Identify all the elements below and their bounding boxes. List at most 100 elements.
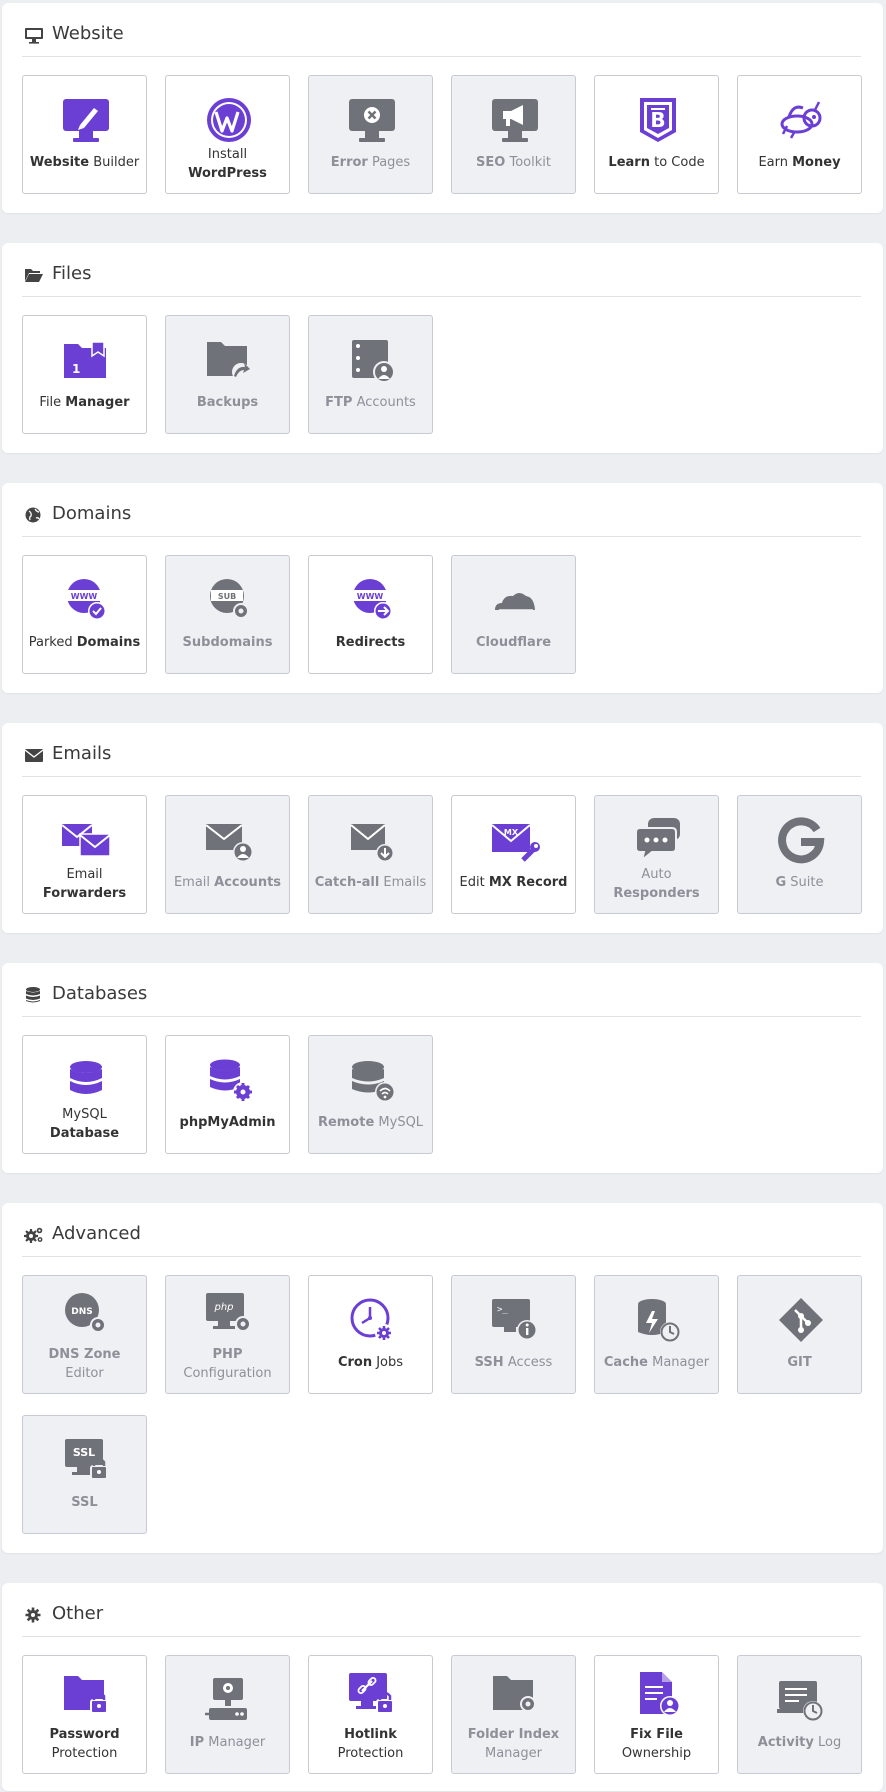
tile-error-pages[interactable]: Error Pages <box>308 75 433 194</box>
ip-manager-icon <box>203 1676 255 1724</box>
tile-label: Cron Jobs <box>337 1355 404 1370</box>
folder-index-icon <box>489 1670 541 1718</box>
tile-folder-index-manager[interactable]: Folder Index Manager <box>451 1655 576 1774</box>
tile-parked-domains[interactable]: WWW Parked Domains <box>22 555 147 674</box>
learn-to-code-icon: B <box>632 96 684 144</box>
svg-text:>_: >_ <box>497 1305 508 1315</box>
section-website: Website Website Builder Install WordPress… <box>2 3 883 213</box>
section-files: Files 1 File Manager Backups FTP Account… <box>2 243 883 453</box>
tile-catch-all-emails[interactable]: Catch-all Emails <box>308 795 433 914</box>
email-forwarders-icon <box>60 816 112 864</box>
parked-domains-icon: WWW <box>60 576 112 624</box>
tile-seo-toolkit[interactable]: SEO Toolkit <box>451 75 576 194</box>
tile-label: SSL <box>71 1495 98 1510</box>
tile-label: Catch-all Emails <box>314 875 427 890</box>
tile-remote-mysql[interactable]: Remote MySQL <box>308 1035 433 1154</box>
tile-label: Email Accounts <box>173 875 282 890</box>
php-config-icon: php <box>203 1290 255 1338</box>
section-header: Emails <box>22 723 861 777</box>
tile-cloudflare[interactable]: Cloudflare <box>451 555 576 674</box>
tile-label: Learn to Code <box>608 155 705 170</box>
tile-label: Auto Responders <box>613 867 700 901</box>
error-pages-icon <box>346 96 398 144</box>
tile-auto-responders[interactable]: Auto Responders <box>594 795 719 914</box>
tile-hotlink-protection[interactable]: Hotlink Protection <box>308 1655 433 1774</box>
remote-mysql-icon <box>346 1056 398 1104</box>
tile-email-accounts[interactable]: Email Accounts <box>165 795 290 914</box>
tile-cron-jobs[interactable]: Cron Jobs <box>308 1275 433 1394</box>
ssh-access-icon: >_ <box>489 1296 541 1344</box>
cron-jobs-icon <box>346 1296 398 1344</box>
tile-ftp-accounts[interactable]: FTP Accounts <box>308 315 433 434</box>
hotlink-protection-icon <box>346 1670 398 1718</box>
file-manager-icon: 1 <box>60 336 112 384</box>
section-advanced: Advanced DNS DNS Zone Editor php PHP Confi… <box>2 1203 883 1553</box>
tile-password-protection[interactable]: Password Protection <box>22 1655 147 1774</box>
cache-manager-icon <box>632 1296 684 1344</box>
section-title: Website <box>52 23 124 44</box>
tile-ssh-access[interactable]: >_ SSH Access <box>451 1275 576 1394</box>
svg-text:WWW: WWW <box>71 592 98 601</box>
tile-label: FTP Accounts <box>325 395 416 410</box>
seo-toolkit-icon <box>489 96 541 144</box>
tile-git[interactable]: GIT <box>737 1275 862 1394</box>
folder-open-icon <box>24 266 44 284</box>
tile-activity-log[interactable]: Activity Log <box>737 1655 862 1774</box>
section-emails: Emails Email Forwarders Email Accounts Ca… <box>2 723 883 933</box>
tile-phpmyadmin[interactable]: phpMyAdmin <box>165 1035 290 1154</box>
tile-label: Earn Money <box>758 155 841 170</box>
tile-install-wordpress[interactable]: Install WordPress <box>165 75 290 194</box>
tile-label: Folder Index Manager <box>467 1727 560 1761</box>
tile-cache-manager[interactable]: Cache Manager <box>594 1275 719 1394</box>
tile-label: SEO Toolkit <box>476 155 551 170</box>
tile-label: Redirects <box>335 635 406 650</box>
svg-text:B: B <box>650 108 665 132</box>
tile-file-manager[interactable]: 1 File Manager <box>22 315 147 434</box>
envelope-icon <box>24 746 44 764</box>
svg-text:WWW: WWW <box>357 592 384 601</box>
tile-label: G Suite <box>775 875 824 890</box>
tile-dns-zone-editor[interactable]: DNS DNS Zone Editor <box>22 1275 147 1394</box>
section-header: Advanced <box>22 1203 861 1257</box>
email-accounts-icon <box>203 816 255 864</box>
mx-record-icon: MX <box>489 816 541 864</box>
activity-log-icon <box>775 1676 827 1724</box>
tile-g-suite[interactable]: G Suite <box>737 795 862 914</box>
section-header: Databases <box>22 963 861 1017</box>
database-icon <box>24 986 44 1004</box>
tile-subdomains[interactable]: SUB Subdomains <box>165 555 290 674</box>
svg-text:1: 1 <box>72 362 80 376</box>
catch-all-icon <box>346 816 398 864</box>
section-title: Databases <box>52 983 148 1004</box>
tile-label: Fix File Ownership <box>621 1727 692 1761</box>
tile-learn-to-code[interactable]: B Learn to Code <box>594 75 719 194</box>
tile-ssl[interactable]: SSL SSL <box>22 1415 147 1534</box>
tile-fix-file-ownership[interactable]: Fix File Ownership <box>594 1655 719 1774</box>
tile-earn-money[interactable]: Earn Money <box>737 75 862 194</box>
auto-responders-icon <box>632 816 684 864</box>
tile-label: File Manager <box>39 395 130 410</box>
subdomains-icon: SUB <box>203 576 255 624</box>
dns-zone-icon: DNS <box>60 1290 112 1338</box>
tile-label: Hotlink Protection <box>337 1727 404 1761</box>
tile-label: SSH Access <box>474 1355 553 1370</box>
mysql-database-icon <box>60 1056 112 1104</box>
section-header: Domains <box>22 483 861 537</box>
gear-icon <box>24 1606 44 1624</box>
section-header: Other <box>22 1583 861 1637</box>
tile-backups[interactable]: Backups <box>165 315 290 434</box>
svg-text:SUB: SUB <box>218 592 236 601</box>
tile-mysql-database[interactable]: MySQL Database <box>22 1035 147 1154</box>
tile-redirects[interactable]: WWW Redirects <box>308 555 433 674</box>
tile-label: PHP Configuration <box>183 1347 272 1381</box>
tile-email-forwarders[interactable]: Email Forwarders <box>22 795 147 914</box>
tile-label: Email Forwarders <box>42 867 127 901</box>
tile-label: Website Builder <box>29 155 140 170</box>
tile-php-configuration[interactable]: php PHP Configuration <box>165 1275 290 1394</box>
tile-edit-mx-record[interactable]: MX Edit MX Record <box>451 795 576 914</box>
website-builder-icon <box>60 96 112 144</box>
tile-ip-manager[interactable]: IP Manager <box>165 1655 290 1774</box>
section-title: Emails <box>52 743 112 764</box>
tile-website-builder[interactable]: Website Builder <box>22 75 147 194</box>
tile-label: Subdomains <box>182 635 273 650</box>
